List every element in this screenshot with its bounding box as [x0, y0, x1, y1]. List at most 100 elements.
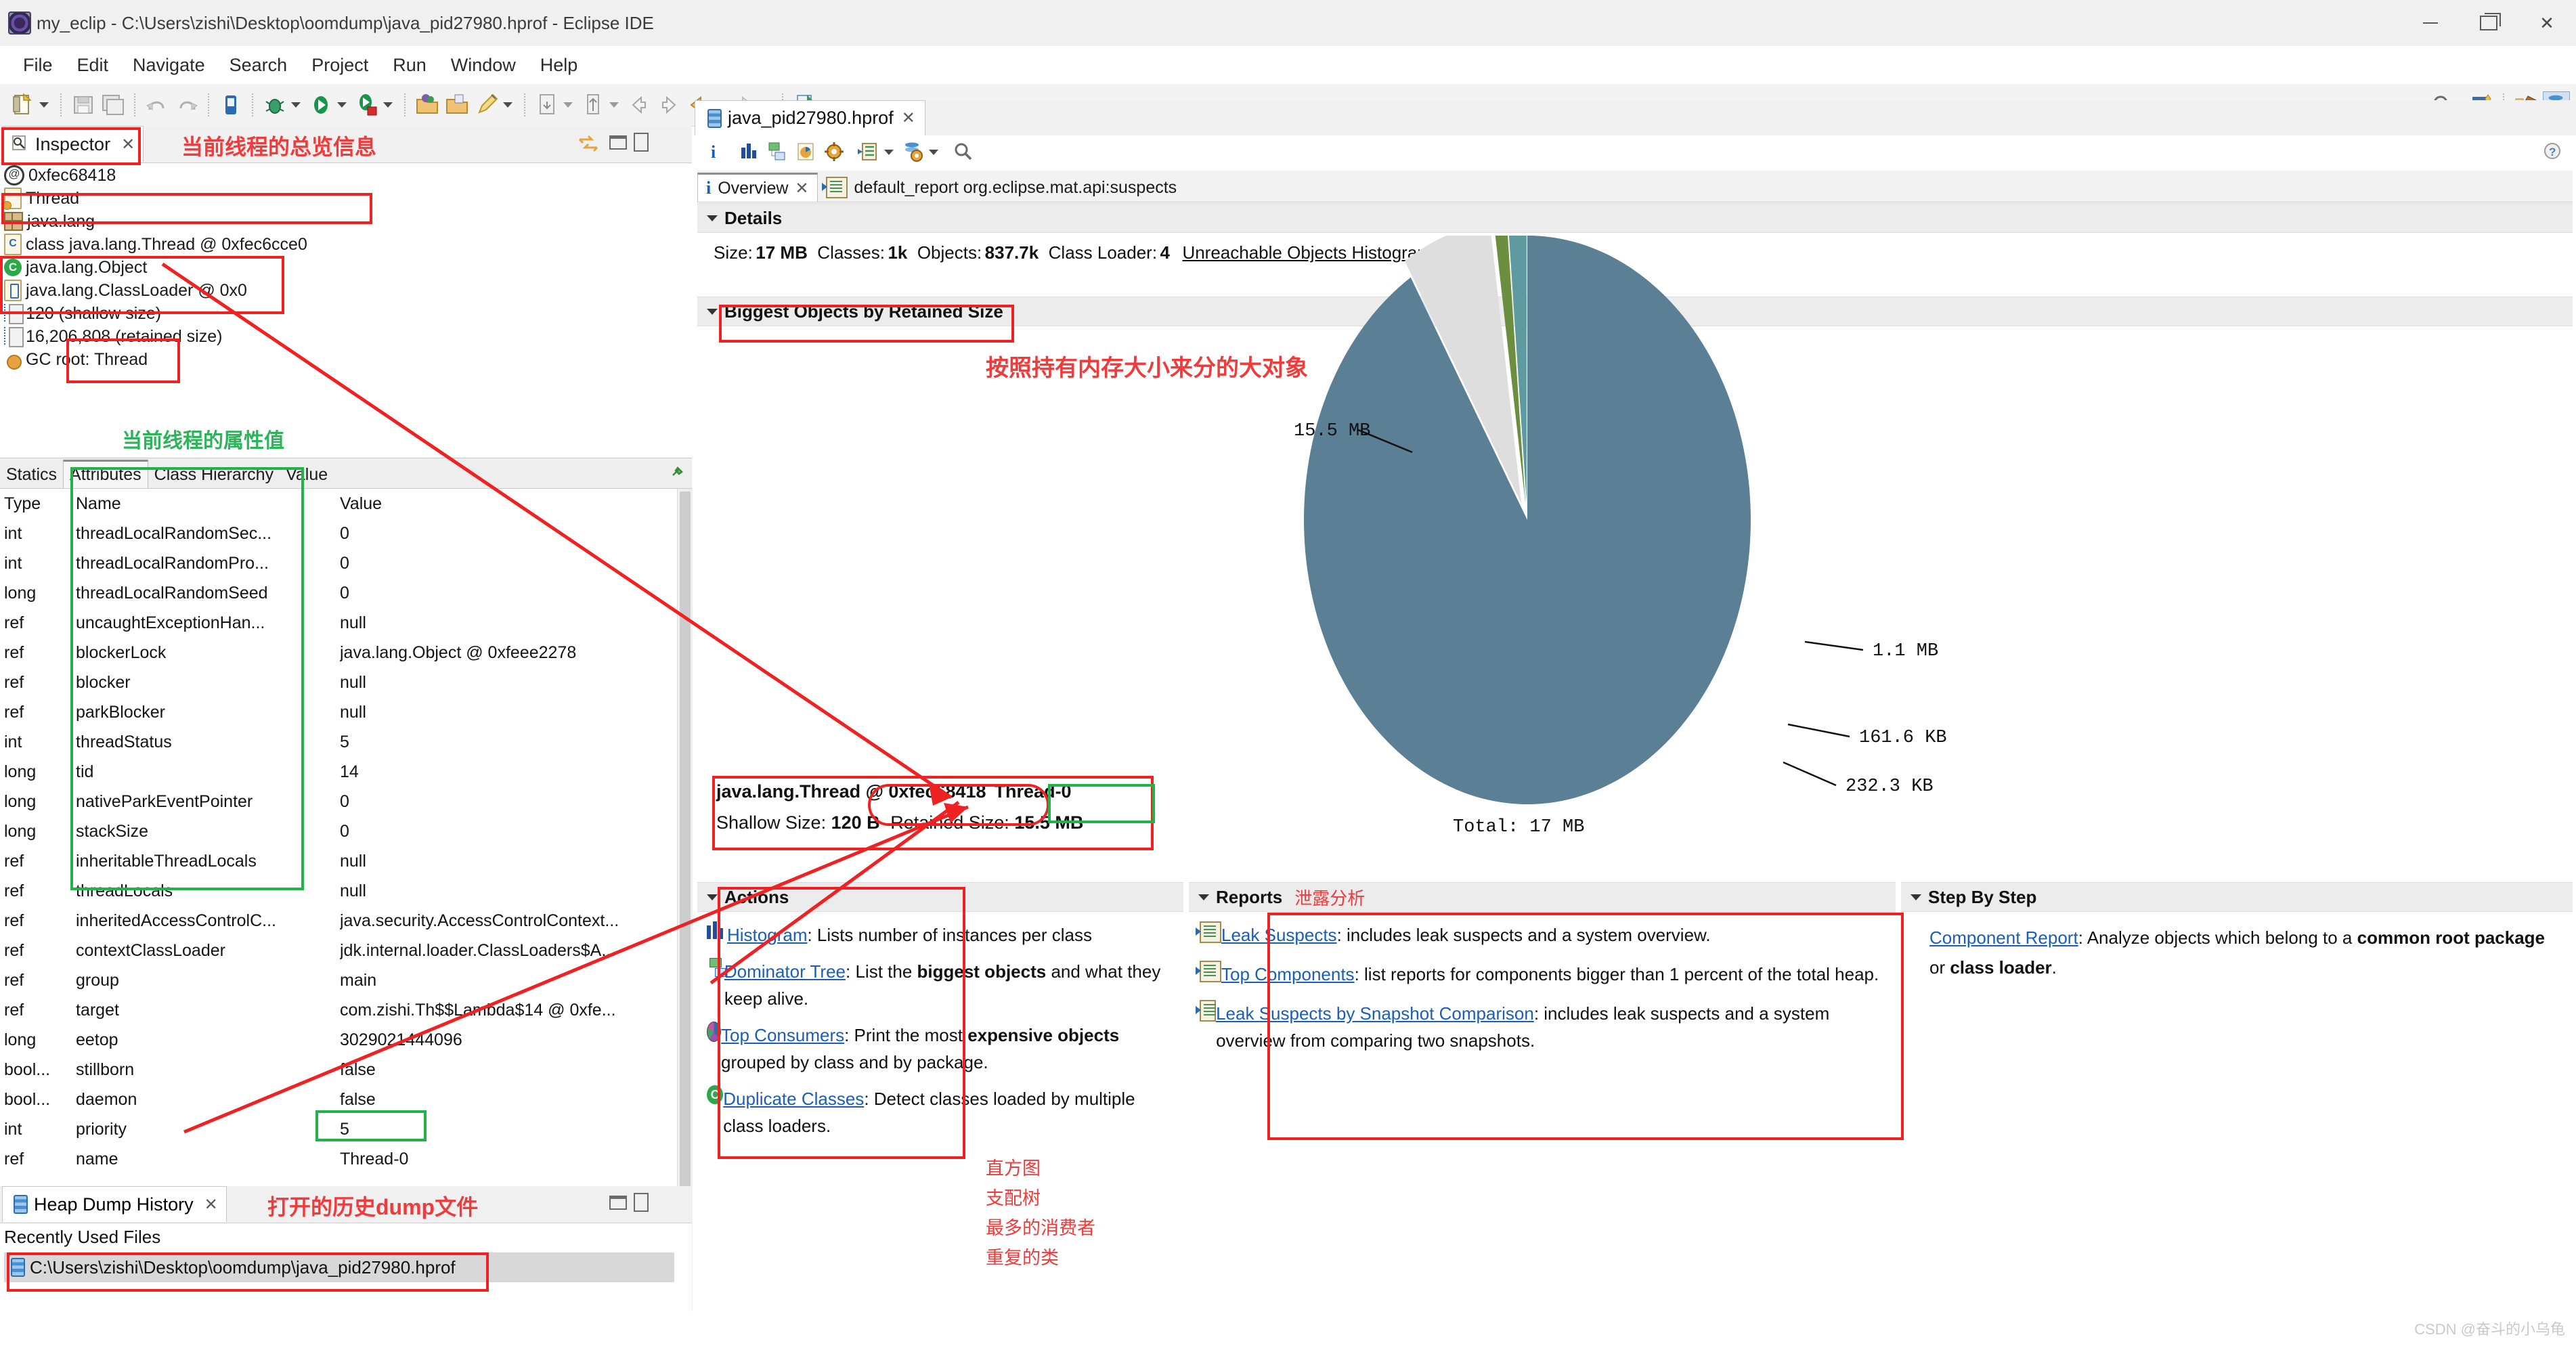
run-icon[interactable]: [308, 92, 334, 118]
top-consumers-toolbar-icon[interactable]: [795, 141, 818, 164]
redo-icon[interactable]: [174, 92, 200, 118]
subtab-overview-close-icon[interactable]: ✕: [795, 179, 808, 198]
table-row[interactable]: long tid 14: [0, 757, 677, 787]
table-row[interactable]: long eetop 3029021444096: [0, 1025, 677, 1055]
table-row[interactable]: ref inheritableThreadLocals null: [0, 846, 677, 876]
help-icon[interactable]: ?: [2542, 141, 2565, 164]
table-row[interactable]: ref group main: [0, 965, 677, 995]
last-edit-dropdown-icon[interactable]: [609, 102, 619, 108]
table-row[interactable]: int priority 5: [0, 1114, 677, 1144]
back-history-icon[interactable]: [626, 92, 652, 118]
table-row[interactable]: ref name Thread-0: [0, 1144, 677, 1174]
table-row[interactable]: bool... stillborn false: [0, 1055, 677, 1085]
section-header-step-by-step[interactable]: Step By Step: [1901, 882, 2573, 912]
step-item-component-report[interactable]: Component Report: Analyze objects which …: [1929, 923, 2559, 982]
run-external-dropdown-icon[interactable]: [383, 102, 393, 108]
run-dropdown-icon[interactable]: [337, 102, 347, 108]
inspector-view-menu-icon[interactable]: [577, 134, 600, 158]
inspector-row-classloader[interactable]: java.lang.ClassLoader @ 0x0: [0, 279, 692, 302]
top-consumers-link[interactable]: Top Consumers: [721, 1025, 844, 1045]
subtab-default-report[interactable]: default_report org.eclipse.mat.api:suspe…: [818, 173, 1185, 202]
table-row[interactable]: long threadLocalRandomSeed 0: [0, 578, 677, 608]
inspector-row-package[interactable]: java.lang: [0, 210, 692, 233]
table-row[interactable]: long stackSize 0: [0, 816, 677, 846]
menu-item-run[interactable]: Run: [380, 52, 439, 79]
inspector-minimize-icon[interactable]: [609, 135, 627, 150]
tab-value[interactable]: Value: [280, 462, 334, 488]
new-file-dropdown-icon[interactable]: [39, 102, 49, 108]
edit-dropdown-icon[interactable]: [503, 102, 512, 108]
tab-attributes[interactable]: Attributes: [63, 460, 148, 488]
forward-history-icon[interactable]: [656, 92, 682, 118]
table-row[interactable]: ref threadLocals null: [0, 876, 677, 906]
open-report-icon[interactable]: [857, 141, 880, 164]
undo-icon[interactable]: [144, 92, 170, 118]
save-all-icon[interactable]: [100, 92, 126, 118]
inspector-row-class[interactable]: C class java.lang.Thread @ 0xfec6cce0: [0, 233, 692, 256]
debug-icon[interactable]: [262, 92, 288, 118]
menu-item-help[interactable]: Help: [528, 52, 590, 79]
table-row[interactable]: int threadStatus 5: [0, 727, 677, 757]
top-components-link[interactable]: Top Components: [1221, 964, 1355, 984]
minimize-button[interactable]: [2401, 0, 2460, 46]
open-type-dropdown-icon[interactable]: [563, 102, 573, 108]
table-row[interactable]: ref target com.zishi.Th$$Lambda$14 @ 0xfe.…: [0, 995, 677, 1025]
menu-item-file[interactable]: File: [11, 52, 65, 79]
report-item-leak-suspects[interactable]: Leak Suspects: includes leak suspects an…: [1196, 921, 1889, 948]
tab-statics[interactable]: Statics: [0, 462, 63, 488]
tab-java-pid-hprof[interactable]: java_pid27980.hprof ✕: [695, 100, 925, 135]
action-item-top-consumers[interactable]: Top Consumers: Print the most expensive …: [707, 1022, 1177, 1076]
heap-history-maximize-icon[interactable]: [634, 1193, 649, 1212]
last-edit-icon[interactable]: [580, 92, 606, 118]
search-toolbar-icon[interactable]: [952, 141, 975, 164]
section-header-actions[interactable]: Actions: [697, 882, 1183, 912]
menu-item-search[interactable]: Search: [217, 52, 300, 79]
duplicate-classes-link[interactable]: Duplicate Classes: [723, 1089, 864, 1109]
table-row[interactable]: long nativeParkEventPointer 0: [0, 787, 677, 816]
action-item-duplicate-classes[interactable]: C Duplicate Classes: Detect classes load…: [707, 1085, 1177, 1139]
column-header-type[interactable]: Type: [0, 489, 76, 519]
pin-icon[interactable]: [669, 466, 684, 484]
histogram-toolbar-icon[interactable]: [738, 141, 761, 164]
tab-heap-dump-history[interactable]: Heap Dump History ✕: [2, 1186, 227, 1222]
column-header-name[interactable]: Name: [76, 489, 340, 519]
heap-history-minimize-icon[interactable]: [609, 1196, 627, 1210]
subtab-overview[interactable]: i Overview ✕: [697, 173, 818, 202]
edit-icon[interactable]: [474, 92, 500, 118]
menu-item-project[interactable]: Project: [299, 52, 380, 79]
open-type-icon[interactable]: [534, 92, 560, 118]
histogram-link[interactable]: Histogram: [727, 925, 807, 945]
list-item-heap-dump-file[interactable]: C:\Users\zishi\Desktop\oomdump\java_pid2…: [4, 1252, 674, 1282]
report-item-leak-suspects-comparison[interactable]: Leak Suspects by Snapshot Comparison: in…: [1195, 1000, 1889, 1054]
table-row[interactable]: ref parkBlocker null: [0, 697, 677, 727]
inspector-row-class-simple[interactable]: Thread: [0, 187, 692, 210]
inspector-tab-close-icon[interactable]: ✕: [121, 135, 135, 154]
action-item-dominator-tree[interactable]: Dominator Tree: List the biggest objects…: [707, 958, 1177, 1012]
restore-button[interactable]: [2460, 0, 2518, 46]
inspector-row-address[interactable]: @ 0xfec68418: [0, 164, 692, 187]
menu-item-navigate[interactable]: Navigate: [121, 52, 217, 79]
heap-settings-dropdown-icon[interactable]: [929, 150, 938, 155]
leak-suspects-link[interactable]: Leak Suspects: [1221, 925, 1337, 945]
tab-class-hierarchy[interactable]: Class Hierarchy: [148, 462, 280, 488]
heap-dump-history-tab-close-icon[interactable]: ✕: [204, 1195, 218, 1215]
terminal-icon[interactable]: [218, 92, 244, 118]
table-row[interactable]: int threadLocalRandomPro... 0: [0, 548, 677, 578]
debug-dropdown-icon[interactable]: [291, 102, 301, 108]
inspector-row-retained-size[interactable]: 16,206,808 (retained size): [0, 325, 692, 348]
dominator-tree-link[interactable]: Dominator Tree: [724, 961, 846, 982]
table-row[interactable]: ref blockerLock java.lang.Object @ 0xfeee2…: [0, 638, 677, 668]
leak-suspects-comparison-link[interactable]: Leak Suspects by Snapshot Comparison: [1216, 1003, 1534, 1024]
oql-toolbar-icon[interactable]: [823, 141, 846, 164]
menu-item-edit[interactable]: Edit: [65, 52, 121, 79]
new-java-project-icon[interactable]: [414, 92, 440, 118]
new-package-icon[interactable]: [444, 92, 470, 118]
column-header-value[interactable]: Value: [340, 489, 677, 519]
close-button[interactable]: ✕: [2518, 0, 2576, 46]
table-row[interactable]: ref contextClassLoader jdk.internal.loader…: [0, 936, 677, 965]
save-icon[interactable]: [70, 92, 96, 118]
table-row[interactable]: ref inheritedAccessControlC... java.securi…: [0, 906, 677, 936]
report-item-top-components[interactable]: Top Components: list reports for compone…: [1196, 961, 1889, 988]
heap-settings-icon[interactable]: [902, 141, 925, 164]
inspector-row-gc-root[interactable]: GC root: Thread: [0, 348, 692, 371]
